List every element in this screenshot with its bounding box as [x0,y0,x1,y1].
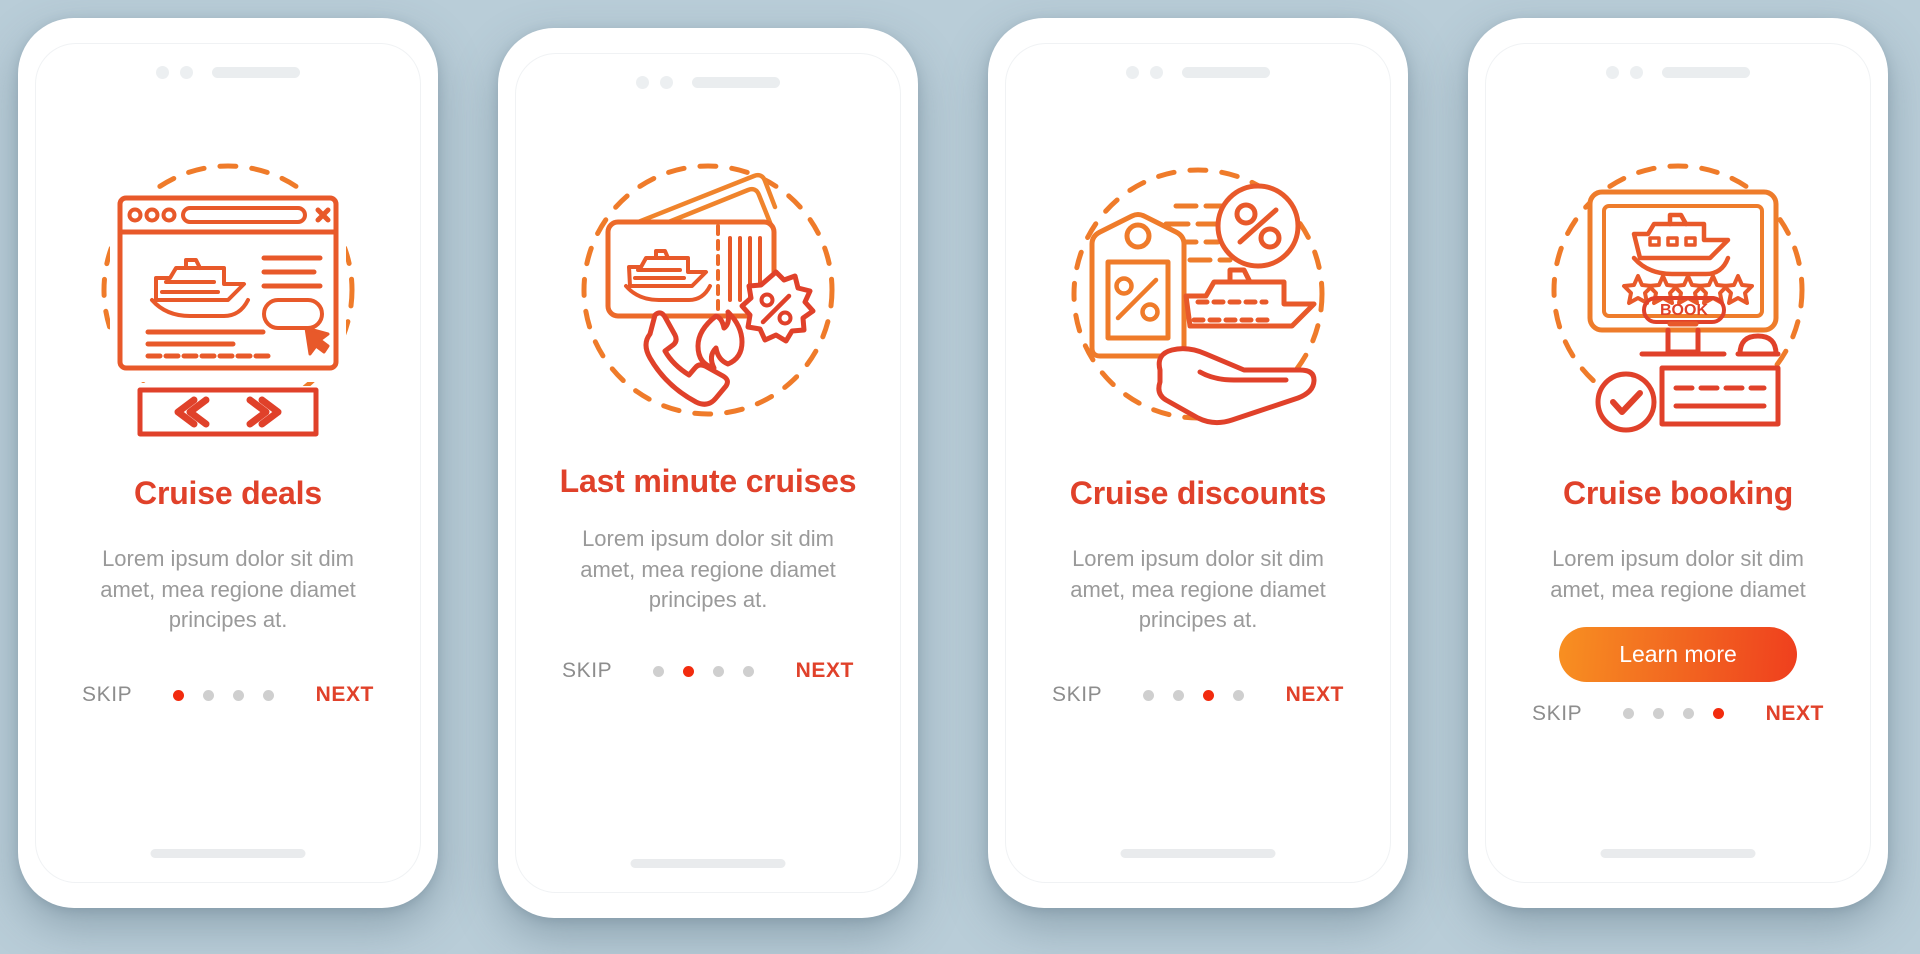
pagination-dot-1[interactable] [653,665,665,677]
page-description: Lorem ipsum dolor sit dim amet, mea regi… [100,546,356,632]
pagination-dot-3[interactable] [1683,708,1695,720]
page-description: Lorem ipsum dolor sit dim amet, mea regi… [580,526,836,612]
onboarding-nav: SKIP NEXT [36,683,420,707]
illustration-ticket-fire-phone-icon [558,140,858,440]
phone-mockup-last-minute-cruises: Last minute cruises Lorem ipsum dolor si… [498,28,918,918]
home-indicator [1120,849,1276,858]
speaker-grille [1662,67,1750,78]
pagination-dots [1143,689,1245,701]
pagination-dot-2[interactable] [1653,708,1665,720]
speaker-grille [1182,67,1270,78]
learn-more-button[interactable]: Learn more [1559,626,1797,682]
onboarding-nav: SKIP NEXT [516,659,900,683]
speaker-grille [212,67,300,78]
home-indicator [630,859,786,868]
pagination-dot-4[interactable] [1713,708,1725,720]
device-sensors [36,66,420,79]
page-title: Cruise deals [134,475,322,511]
next-button[interactable]: NEXT [1766,702,1824,726]
pagination-dot-2[interactable] [1173,689,1185,701]
sensor-icon [180,66,193,79]
pagination-dot-3[interactable] [233,689,245,701]
illustration-browser-cruise-search-icon [78,140,378,440]
phone-mockup-cruise-deals: Cruise deals Lorem ipsum dolor sit dim a… [18,18,438,908]
device-sensors [1006,66,1390,79]
camera-icon [636,76,649,89]
skip-button[interactable]: SKIP [1052,683,1102,707]
pagination-dot-1[interactable] [1143,689,1155,701]
pagination-dot-2[interactable] [203,689,215,701]
pagination-dot-4[interactable] [743,665,755,677]
home-indicator [150,849,306,858]
sensor-icon [1150,66,1163,79]
screen-last-minute-cruises: Last minute cruises Lorem ipsum dolor si… [516,54,900,892]
pagination-dot-3[interactable] [1203,689,1215,701]
camera-icon [1606,66,1619,79]
next-button[interactable]: NEXT [316,683,374,707]
onboarding-nav: SKIP NEXT [1486,702,1870,726]
camera-icon [1126,66,1139,79]
onboarding-nav: SKIP NEXT [1006,683,1390,707]
page-title: Cruise booking [1562,475,1794,511]
sensor-icon [660,76,673,89]
screen-cruise-booking: BOOK Cruise booking Lorem ipsum dolor si… [1486,44,1870,882]
book-label: BOOK [1660,302,1708,319]
screen-cruise-discounts: Cruise discounts Lorem ipsum dolor sit d… [1006,44,1390,882]
pagination-dot-4[interactable] [263,689,275,701]
phone-mockup-cruise-booking: BOOK Cruise booking Lorem ipsum dolor si… [1468,18,1888,908]
skip-button[interactable]: SKIP [562,659,612,683]
phone-mockup-cruise-discounts: Cruise discounts Lorem ipsum dolor sit d… [988,18,1408,908]
speaker-grille [692,77,780,88]
pagination-dots [173,689,275,701]
screen-cruise-deals: Cruise deals Lorem ipsum dolor sit dim a… [36,44,420,882]
page-title: Cruise discounts [1069,475,1327,511]
pagination-dot-3[interactable] [713,665,725,677]
pagination-dot-2[interactable] [683,665,695,677]
home-indicator [1600,849,1756,858]
sensor-icon [1630,66,1643,79]
device-sensors [1486,66,1870,79]
illustration-monitor-booking-icon: BOOK [1528,140,1828,440]
onboarding-screens-stage: Cruise deals Lorem ipsum dolor sit dim a… [0,0,1920,954]
skip-button[interactable]: SKIP [1532,702,1582,726]
skip-button[interactable]: SKIP [82,683,132,707]
camera-icon [156,66,169,79]
pagination-dot-1[interactable] [173,689,185,701]
next-button[interactable]: NEXT [796,659,854,683]
page-description: Lorem ipsum dolor sit dim amet, mea regi… [1550,546,1806,602]
device-sensors [516,76,900,89]
next-button[interactable]: NEXT [1286,683,1344,707]
pagination-dot-1[interactable] [1623,708,1635,720]
page-description: Lorem ipsum dolor sit dim amet, mea regi… [1070,546,1326,632]
pagination-dots [653,665,755,677]
pagination-dots [1623,708,1725,720]
illustration-price-tag-percent-ship-icon [1048,144,1348,444]
pagination-dot-4[interactable] [1233,689,1245,701]
page-title: Last minute cruises [559,463,857,499]
